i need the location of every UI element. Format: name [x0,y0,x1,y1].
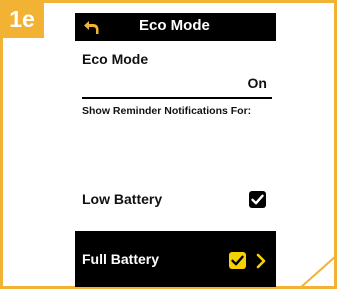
title-bar: Eco Mode [75,13,276,41]
option-low-battery[interactable]: Low Battery [75,185,276,217]
setting-name: Eco Mode [82,51,149,67]
back-arrow-icon[interactable] [82,18,100,36]
setting-value[interactable]: On [248,75,267,91]
low-battery-checkbox[interactable] [249,191,266,208]
pointer-line [299,255,337,289]
option-label: Full Battery [82,251,160,267]
reminder-label: Show Reminder Notifications For: [82,105,252,117]
option-full-battery[interactable]: Full Battery [75,231,276,287]
step-badge: 1e [0,0,44,38]
full-battery-checkbox[interactable] [229,252,246,269]
checkmark-icon [231,255,244,266]
divider [82,97,272,99]
checkmark-icon [251,194,264,205]
option-label: Low Battery [82,191,163,207]
screen-title: Eco Mode [139,17,210,34]
chevron-right-icon[interactable] [255,253,267,269]
device-screen: Eco Mode Eco Mode On Show Reminder Notif… [75,13,276,287]
